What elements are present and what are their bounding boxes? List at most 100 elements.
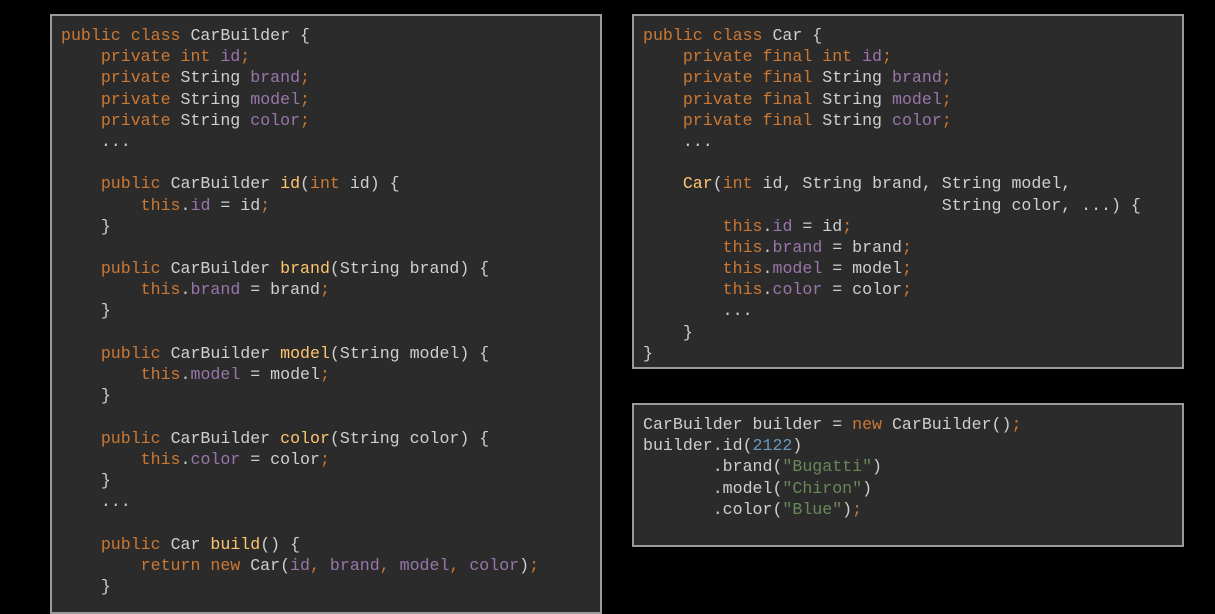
code-token: id (220, 47, 241, 67)
code-token: model (772, 259, 823, 279)
code-token: } (61, 470, 111, 490)
code-token: ... (643, 301, 753, 321)
code-token: ; (1011, 415, 1022, 434)
code-token: = color (822, 280, 902, 300)
code-token: ( (300, 174, 310, 194)
code-token: , (379, 555, 400, 575)
code-token: public (100, 428, 171, 448)
code-line: ... (643, 300, 1141, 321)
code-token: ; (901, 259, 912, 279)
code-line: CarBuilder builder = new CarBuilder(); (643, 414, 1021, 435)
code-token: "Blue" (782, 499, 843, 519)
code-token: CarBuilder (170, 174, 281, 194)
code-token: String color, ...) { (643, 195, 1141, 215)
code-line: public CarBuilder model(String model) { (61, 343, 539, 364)
code-token: ... (61, 131, 131, 151)
code-line: String color, ...) { (643, 195, 1141, 216)
code-line: private final String brand; (643, 67, 1141, 88)
code-token: = id (792, 216, 843, 236)
code-token: this (722, 237, 763, 257)
code-token: private (100, 89, 181, 109)
code-token: this (722, 280, 763, 300)
code-token: int (310, 174, 350, 194)
code-line: public CarBuilder id(int id) { (61, 173, 539, 194)
code-line: private String brand; (61, 67, 539, 88)
code-token: CarBuilder (170, 259, 281, 279)
code-token: . (180, 195, 191, 215)
code-token: int (722, 174, 763, 194)
code-line: private String model; (61, 89, 539, 110)
code-token: this (140, 195, 181, 215)
code-token: this (722, 259, 763, 279)
code-token: Car( (250, 555, 291, 575)
code-token: . (762, 280, 773, 300)
code-token: . (762, 259, 773, 279)
code-token: } (61, 301, 111, 321)
code-token: 2122 (752, 436, 793, 456)
code-token: ) (862, 478, 873, 498)
code-token: "Bugatti" (782, 457, 873, 477)
code-token: = model (240, 365, 320, 384)
code-line: private final String model; (643, 89, 1141, 110)
code-line: .model("Chiron") (643, 478, 1021, 499)
code-token: color (891, 110, 942, 130)
code-line: public CarBuilder brand(String brand) { (61, 258, 539, 279)
code-token: private final int (682, 47, 863, 67)
code-token: ; (901, 237, 912, 257)
code-token: id) { (349, 174, 400, 194)
usage-code-block: CarBuilder builder = new CarBuilder(); bu… (643, 414, 1021, 520)
code-token: ; (941, 110, 952, 130)
code-line: private String color; (61, 110, 539, 131)
code-token: id (290, 555, 310, 575)
code-token: this (140, 365, 181, 384)
code-token: public (100, 343, 171, 363)
code-token: this (140, 280, 181, 300)
code-line: builder.id(2122) (643, 435, 1021, 456)
code-token: ) (792, 436, 803, 456)
code-token: ) (519, 555, 530, 575)
code-token: } (643, 322, 693, 342)
code-line: this.brand = brand; (643, 237, 1141, 258)
code-token: String (822, 68, 892, 88)
code-token: ; (941, 68, 952, 88)
code-token: = id (210, 195, 261, 215)
code-token: private int (100, 47, 221, 67)
code-token: ; (319, 365, 330, 384)
code-line: private final String color; (643, 110, 1141, 131)
code-token: String (822, 89, 892, 109)
code-token: model (190, 365, 241, 384)
code-token: builder.id( (643, 436, 753, 456)
code-token: .brand( (643, 457, 783, 477)
code-line: this.id = id; (61, 195, 539, 216)
code-token: public (100, 259, 171, 279)
code-token: String (180, 89, 251, 109)
code-token: public class (643, 26, 773, 45)
code-token: this (722, 216, 763, 236)
code-token: } (61, 386, 111, 406)
code-token: . (762, 237, 773, 257)
code-token: = brand (822, 237, 902, 257)
code-line: private final int id; (643, 46, 1141, 67)
code-token: ; (842, 216, 853, 236)
code-token: = model (822, 259, 902, 279)
code-token: brand (250, 68, 301, 88)
code-line: } (643, 343, 1141, 364)
code-token: String (180, 110, 251, 130)
code-token: . (180, 280, 191, 300)
code-token: String (822, 110, 892, 130)
code-line: ... (643, 131, 1141, 152)
code-token: , (449, 555, 470, 575)
code-line: this.color = color; (61, 449, 539, 470)
